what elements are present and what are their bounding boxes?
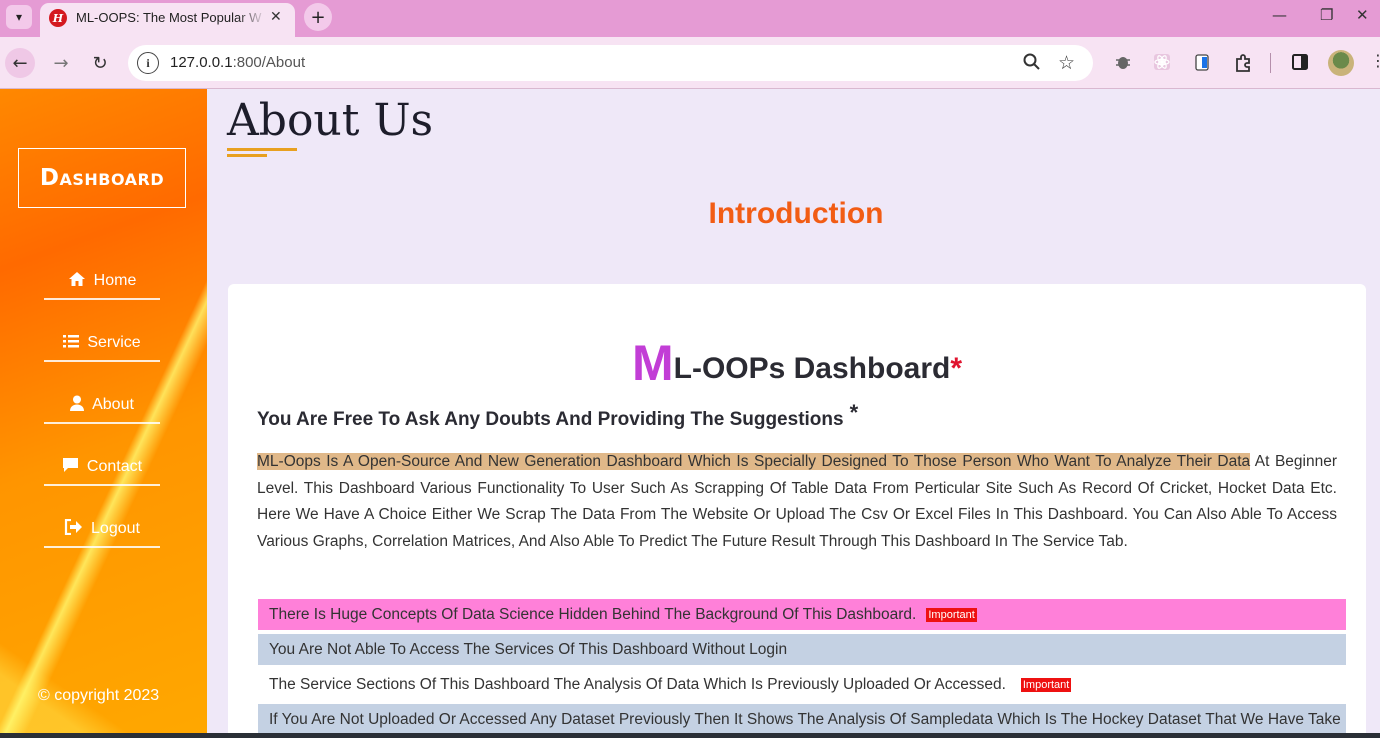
react-extension-icon[interactable] — [1153, 53, 1171, 75]
subheading-asterisk: * — [849, 400, 859, 425]
about-card: ML-OOPs Dashboard* You Are Free To Ask A… — [228, 284, 1366, 738]
heading-initial: M — [631, 335, 674, 391]
user-icon — [70, 395, 85, 415]
highlighted-text: ML-Oops Is A Open-Source And New Generat… — [257, 453, 1251, 470]
logout-icon — [64, 518, 83, 539]
list-item: There Is Huge Concepts Of Data Science H… — [258, 599, 1346, 630]
side-panel-icon[interactable] — [1291, 53, 1309, 75]
list-icon — [63, 334, 80, 352]
title-underline-short — [227, 154, 267, 157]
close-icon[interactable]: ✕ — [270, 9, 282, 25]
card-subheading: You Are Free To Ask Any Doubts And Provi… — [257, 400, 858, 431]
heading-text: L-OOPs Dashboard — [673, 352, 951, 385]
favicon-icon: H — [49, 9, 67, 27]
sidebar-item-contact[interactable]: Contact — [44, 450, 160, 486]
list-item-text: The Service Sections Of This Dashboard T… — [269, 675, 1006, 693]
clipboard-extension-icon[interactable] — [1193, 53, 1211, 75]
sidebar-item-logout[interactable]: Logout — [44, 512, 160, 548]
sidebar-item-label: About — [92, 396, 134, 413]
page-title: About Us — [227, 95, 434, 146]
sidebar: Dashboard Home Service About Contact Log… — [0, 89, 207, 738]
forward-icon[interactable]: → — [46, 48, 76, 78]
dashboard-logo[interactable]: Dashboard — [18, 148, 186, 208]
card-heading: ML-OOPs Dashboard* — [228, 334, 1366, 392]
list-item: You Are Not Able To Access The Services … — [258, 634, 1346, 665]
list-item-text: You Are Not Able To Access The Services … — [269, 640, 788, 658]
address-bar[interactable]: i 127.0.0.1:800/About ☆ — [128, 45, 1093, 81]
important-badge: Important — [1020, 677, 1072, 692]
title-underline — [227, 148, 297, 151]
home-icon — [68, 271, 86, 291]
list-item-text: If You Are Not Uploaded Or Accessed Any … — [269, 710, 1341, 728]
profile-avatar[interactable] — [1328, 50, 1354, 76]
intro-paragraph: ML-Oops Is A Open-Source And New Generat… — [257, 449, 1337, 556]
list-item: The Service Sections Of This Dashboard T… — [258, 669, 1346, 700]
zoom-icon[interactable] — [1022, 52, 1042, 76]
copyright-text: © copyright 2023 — [38, 687, 160, 704]
sidebar-item-label: Logout — [91, 520, 140, 537]
sidebar-item-service[interactable]: Service — [44, 326, 160, 362]
extension-icon[interactable] — [1233, 53, 1253, 77]
sidebar-item-label: Contact — [86, 458, 143, 475]
minimize-icon[interactable]: — — [1272, 6, 1287, 24]
subheading-text: You Are Free To Ask Any Doubts And Provi… — [257, 409, 844, 430]
url-text[interactable]: 127.0.0.1:800/About — [170, 54, 305, 71]
toolbar-divider — [1270, 53, 1271, 73]
bug-extension-icon[interactable] — [1114, 53, 1132, 75]
close-window-icon[interactable]: ✕ — [1356, 6, 1369, 24]
restore-icon[interactable]: ❐ — [1320, 6, 1333, 24]
sidebar-item-label: Home — [93, 272, 137, 289]
plus-icon[interactable]: + — [304, 3, 332, 31]
sidebar-item-label: Service — [87, 334, 141, 351]
important-badge: Important — [926, 607, 977, 622]
browser-tab[interactable]: H ML-OOPS: The Most Popular W ✕ — [40, 3, 295, 37]
list-item-text: There Is Huge Concepts Of Data Science H… — [269, 605, 917, 623]
tab-title: ML-OOPS: The Most Popular W — [76, 10, 262, 25]
taskbar-edge — [0, 733, 1380, 738]
site-info-icon[interactable]: i — [137, 52, 159, 74]
reload-icon[interactable]: ↻ — [85, 48, 115, 78]
browser-toolbar: ← → ↻ i 127.0.0.1:800/About ☆ ⋮ — [0, 37, 1380, 89]
info-list: There Is Huge Concepts Of Data Science H… — [258, 599, 1346, 738]
list-item: If You Are Not Uploaded Or Accessed Any … — [258, 704, 1346, 735]
sidebar-item-about[interactable]: About — [44, 388, 160, 424]
back-icon[interactable]: ← — [5, 48, 35, 78]
more-menu-icon[interactable]: ⋮ — [1370, 51, 1380, 70]
heading-asterisk: * — [950, 352, 963, 385]
chat-icon — [62, 457, 79, 477]
browser-tab-bar: ▾ H ML-OOPS: The Most Popular W ✕ + — ❐ … — [0, 0, 1380, 37]
bookmark-star-icon[interactable]: ☆ — [1058, 52, 1075, 74]
page-viewport: Dashboard Home Service About Contact Log… — [0, 89, 1380, 738]
sidebar-item-home[interactable]: Home — [44, 264, 160, 300]
url-path: :800/About — [232, 54, 306, 71]
url-host: 127.0.0.1 — [170, 54, 233, 71]
tab-list-icon[interactable]: ▾ — [6, 5, 32, 29]
section-title: Introduction — [708, 197, 884, 230]
